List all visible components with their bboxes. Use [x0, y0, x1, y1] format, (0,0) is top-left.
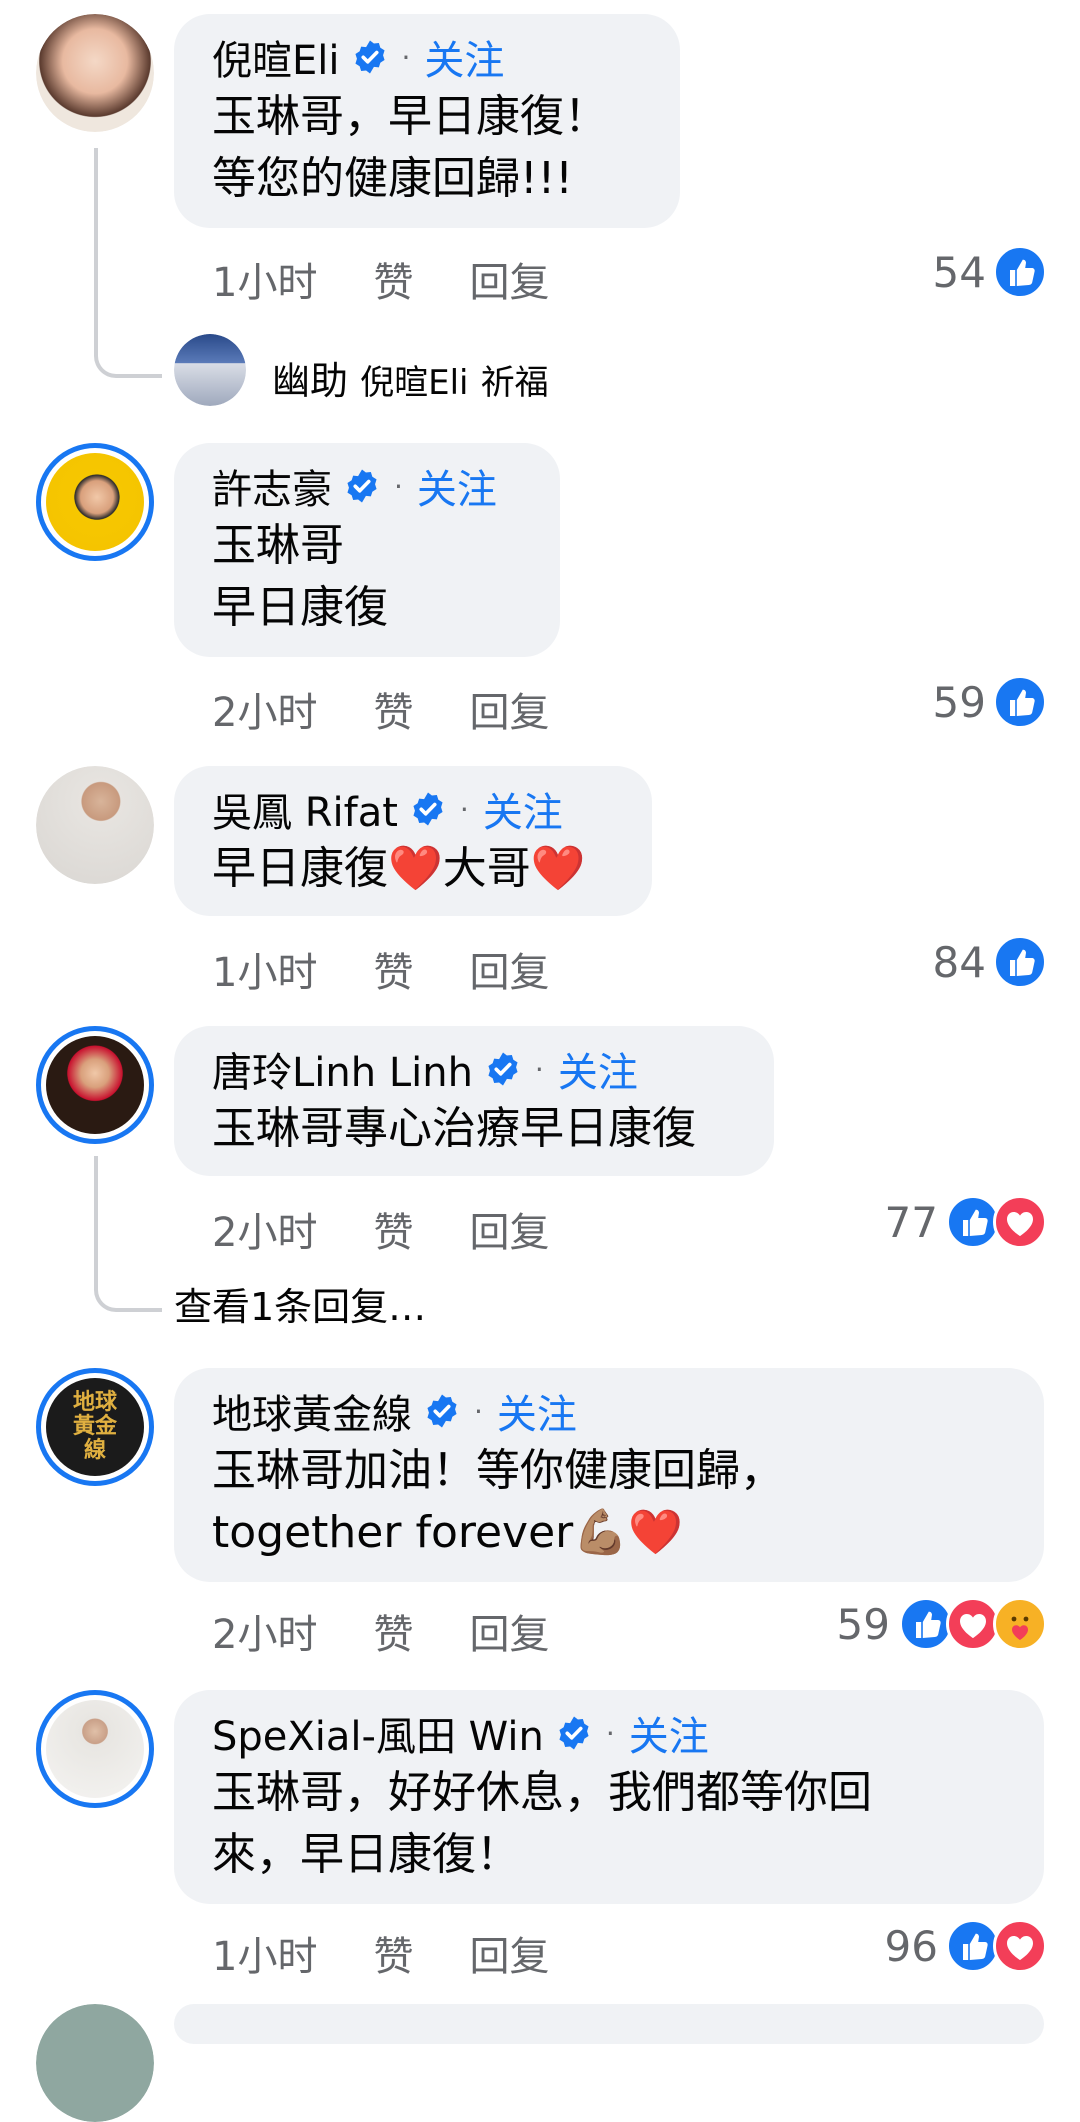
- comment-time: 2小时: [212, 1612, 318, 1658]
- follow-button[interactable]: 关注: [558, 1040, 638, 1098]
- commenter-name[interactable]: 唐玲Linh Linh: [212, 1040, 473, 1098]
- comment-time: 1小时: [212, 1934, 318, 1980]
- reply-button[interactable]: 回复: [469, 950, 549, 996]
- avatar[interactable]: 地球黃金線: [36, 1368, 154, 1486]
- comment-actions: 2小时 赞 回复: [212, 1602, 605, 1660]
- separator-dot: ·: [605, 1716, 615, 1750]
- separator-dot: ·: [474, 1394, 483, 1428]
- comment-bubble: 地球黃金線 · 关注 玉琳哥加油！等你健康回歸， together foreve…: [174, 1368, 1044, 1582]
- reaction-count[interactable]: 59: [933, 678, 986, 727]
- follow-button[interactable]: 关注: [629, 1704, 709, 1762]
- like-reaction-icon: [993, 245, 1047, 299]
- reply-button[interactable]: 回复: [469, 690, 549, 736]
- avatar[interactable]: [36, 2004, 154, 2122]
- avatar[interactable]: [36, 766, 154, 884]
- avatar[interactable]: [36, 443, 154, 561]
- verified-badge-icon: [559, 1716, 589, 1750]
- like-reaction-icon: [946, 1195, 1000, 1249]
- like-reaction-icon: [993, 935, 1047, 989]
- reply-button[interactable]: 回复: [469, 1612, 549, 1658]
- reaction-count[interactable]: 96: [885, 1922, 938, 1971]
- like-button[interactable]: 赞: [373, 260, 413, 306]
- separator-dot: ·: [534, 1052, 544, 1086]
- view-replies-link[interactable]: 查看1条回复…: [174, 1276, 426, 1331]
- comment-bubble: 許志豪 · 关注 玉琳哥 早日康復: [174, 443, 560, 657]
- thread-line: [94, 148, 162, 378]
- follow-button[interactable]: 关注: [417, 457, 497, 515]
- reply-author[interactable]: 幽助: [272, 359, 348, 403]
- comment-bubble: 吳鳳 Rifat · 关注 早日康復❤️大哥❤️: [174, 766, 652, 916]
- verified-badge-icon: [488, 1052, 518, 1086]
- reply-text: 祈福: [480, 363, 549, 403]
- comment-bubble: SpeXial-風田 Win · 关注 玉琳哥，好好休息，我們都等你回 來，早日…: [174, 1690, 1044, 1904]
- care-reaction-icon: [993, 1597, 1047, 1651]
- comment-time: 1小时: [212, 950, 318, 996]
- avatar[interactable]: [36, 1026, 154, 1144]
- reply-button[interactable]: 回复: [469, 1934, 549, 1980]
- avatar-logo-text: 地球黃金線: [72, 1390, 117, 1463]
- commenter-name[interactable]: SpeXial-風田 Win: [212, 1704, 544, 1762]
- follow-button[interactable]: 关注: [424, 28, 504, 86]
- comment-text: 玉琳哥專心治療早日康復: [212, 1103, 696, 1154]
- reaction-count[interactable]: 54: [933, 248, 986, 297]
- comment-actions: 1小时 赞 回复: [212, 1924, 605, 1982]
- reaction-count[interactable]: 84: [933, 938, 986, 987]
- love-reaction-icon: [993, 1195, 1047, 1249]
- comment-bubble: [174, 2004, 1044, 2044]
- comment-bubble: 唐玲Linh Linh · 关注 玉琳哥專心治療早日康復: [174, 1026, 774, 1176]
- thread-line: [94, 1156, 162, 1312]
- comment-actions: 2小时 赞 回复: [212, 680, 605, 738]
- avatar[interactable]: [36, 14, 154, 132]
- commenter-name[interactable]: 地球黃金線: [212, 1382, 412, 1440]
- comment-text: 玉琳哥，好好休息，我們都等你回 來，早日康復！: [212, 1767, 872, 1880]
- comment-actions: 1小时 赞 回复: [212, 250, 605, 308]
- like-button[interactable]: 赞: [373, 1612, 413, 1658]
- reply-button[interactable]: 回复: [469, 1210, 549, 1256]
- avatar[interactable]: [36, 1690, 154, 1808]
- comment-text: 玉琳哥，早日康復！ 等您的健康回歸!!!: [212, 91, 608, 204]
- comment-text: 玉琳哥加油！等你健康回歸， together forever💪🏽❤️: [212, 1445, 784, 1558]
- separator-dot: ·: [401, 40, 411, 74]
- comment-bubble: 倪暄Eli · 关注 玉琳哥，早日康復！ 等您的健康回歸!!!: [174, 14, 680, 228]
- like-button[interactable]: 赞: [373, 1210, 413, 1256]
- verified-badge-icon: [427, 1394, 457, 1428]
- verified-badge-icon: [413, 792, 443, 826]
- comment-time: 2小时: [212, 1210, 318, 1256]
- comment-actions: 2小时 赞 回复: [212, 1200, 605, 1258]
- reply-button[interactable]: 回复: [469, 260, 549, 306]
- follow-button[interactable]: 关注: [497, 1382, 577, 1440]
- like-reaction-icon: [946, 1919, 1000, 1973]
- reply-avatar[interactable]: [174, 334, 246, 406]
- like-reaction-icon: [899, 1597, 953, 1651]
- like-button[interactable]: 赞: [373, 690, 413, 736]
- reaction-count[interactable]: 77: [885, 1198, 938, 1247]
- commenter-name[interactable]: 吳鳳 Rifat: [212, 780, 398, 838]
- verified-badge-icon: [347, 469, 377, 503]
- separator-dot: ·: [394, 469, 403, 503]
- follow-button[interactable]: 关注: [483, 780, 563, 838]
- separator-dot: ·: [459, 792, 469, 826]
- comment-text: 早日康復❤️大哥❤️: [212, 843, 586, 894]
- comment-actions: 1小时 赞 回复: [212, 940, 605, 998]
- like-reaction-icon: [993, 675, 1047, 729]
- comment-time: 2小时: [212, 690, 318, 736]
- like-button[interactable]: 赞: [373, 950, 413, 996]
- reaction-count[interactable]: 59: [837, 1600, 890, 1649]
- verified-badge-icon: [354, 40, 385, 74]
- like-button[interactable]: 赞: [373, 1934, 413, 1980]
- comment-text: 玉琳哥 早日康復: [212, 520, 388, 633]
- love-reaction-icon: [946, 1597, 1000, 1651]
- nested-reply-preview[interactable]: 幽助 倪暄Eli 祈福: [272, 350, 549, 405]
- love-reaction-icon: [993, 1919, 1047, 1973]
- comment-time: 1小时: [212, 260, 318, 306]
- commenter-name[interactable]: 倪暄Eli: [212, 28, 340, 86]
- commenter-name[interactable]: 許志豪: [212, 457, 332, 515]
- reply-mention[interactable]: 倪暄Eli: [360, 363, 468, 403]
